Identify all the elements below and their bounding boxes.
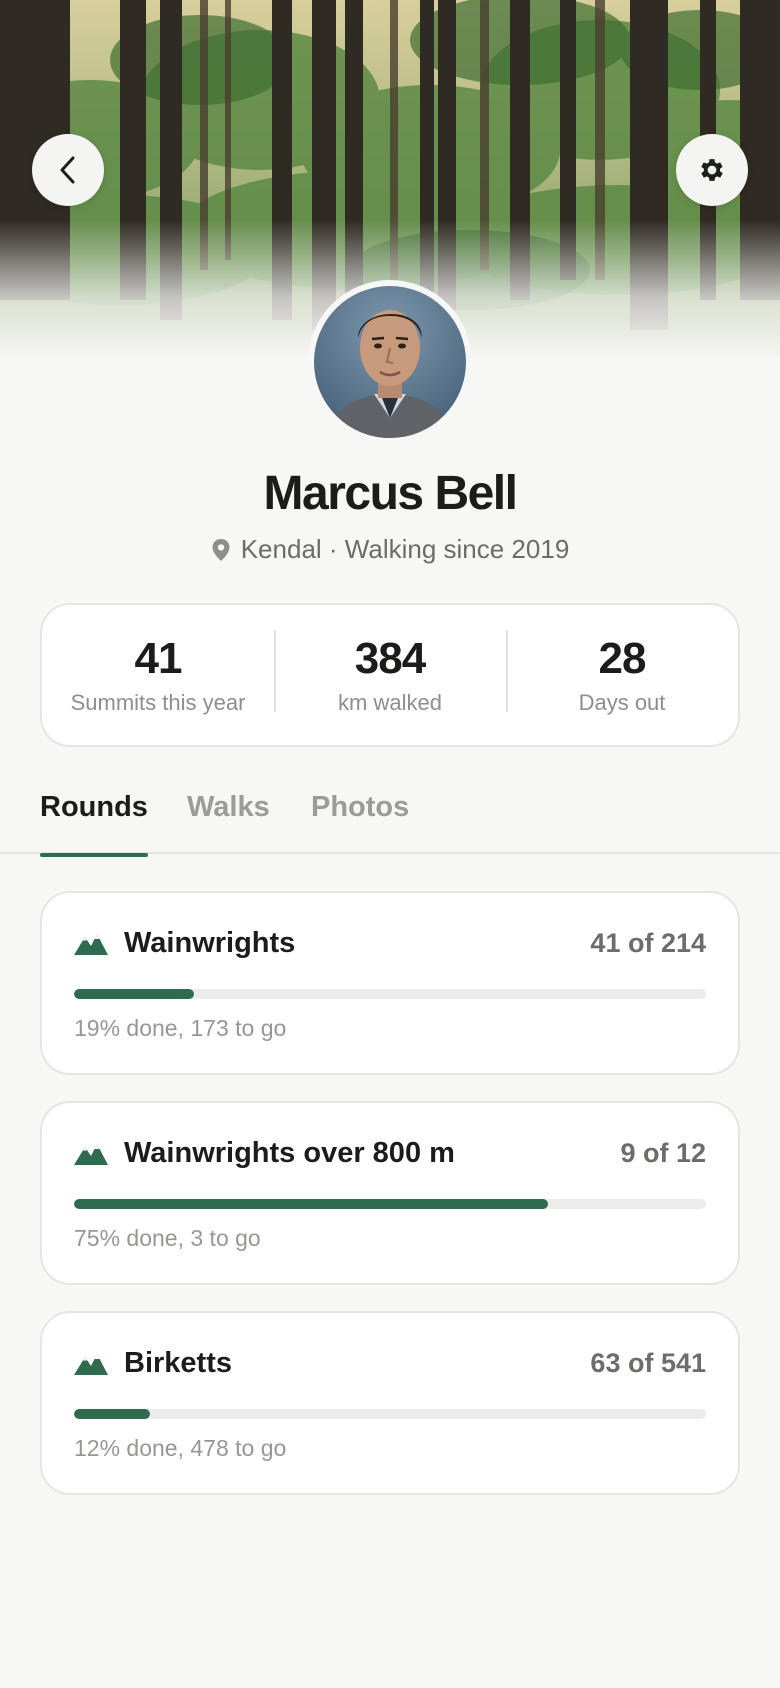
round-header: Wainwrights 41 of 214 <box>74 923 706 963</box>
progress-fill <box>74 1409 150 1419</box>
round-summary: 12% done, 478 to go <box>74 1435 287 1461</box>
round-card-wainwrights[interactable]: Wainwrights 41 of 214 19% done, 173 to g… <box>40 891 740 1075</box>
tab-rounds[interactable]: Rounds <box>40 790 148 857</box>
round-count: 63 of 541 <box>590 1347 706 1378</box>
profile-name: Marcus Bell <box>263 467 518 520</box>
progress-fill <box>74 989 195 999</box>
mountains-icon <box>74 930 108 956</box>
round-title: Wainwrights over 800 m <box>124 1136 455 1169</box>
progress-bar <box>74 989 706 999</box>
profile-tabs: Rounds Walks Photos <box>0 790 780 857</box>
round-summary: 75% done, 3 to go <box>74 1225 261 1251</box>
mountains-icon <box>74 1350 108 1376</box>
round-card-birketts[interactable]: Birketts 63 of 541 12% done, 478 to go <box>40 1311 740 1495</box>
round-title: Birketts <box>124 1346 232 1379</box>
round-summary: 19% done, 173 to go <box>74 1015 287 1041</box>
progress-fill <box>74 1199 548 1209</box>
location-pin-icon <box>212 538 230 561</box>
avatar[interactable] <box>308 280 472 444</box>
stat-value: 28 <box>598 634 647 683</box>
stat-days: 28 Days out <box>506 630 738 716</box>
stat-label: km walked <box>338 690 442 715</box>
stat-value: 384 <box>354 634 426 683</box>
stat-label: Days out <box>578 690 666 715</box>
stat-distance: 384 km walked <box>274 630 506 716</box>
gear-icon <box>701 159 723 181</box>
round-header: Wainwrights over 800 m 9 of 12 <box>74 1133 706 1173</box>
stat-value: 41 <box>134 634 183 683</box>
mountains-icon <box>74 1140 108 1166</box>
profile-meta-text: Kendal · Walking since 2019 <box>240 534 570 564</box>
stat-summits: 41 Summits this year <box>42 634 274 716</box>
progress-bar <box>74 1409 706 1419</box>
settings-button[interactable] <box>676 134 748 206</box>
round-card-wainwrights-800[interactable]: Wainwrights over 800 m 9 of 12 75% done,… <box>40 1101 740 1285</box>
round-title: Wainwrights <box>124 926 296 959</box>
stats-card: 41 Summits this year 384 km walked 28 Da… <box>40 603 740 747</box>
tab-walks[interactable]: Walks <box>187 790 270 854</box>
progress-bar <box>74 1199 706 1209</box>
round-count: 9 of 12 <box>620 1137 706 1168</box>
round-header: Birketts 63 of 541 <box>74 1343 706 1383</box>
profile-meta: Kendal · Walking since 2019 <box>0 534 780 565</box>
round-count: 41 of 214 <box>590 927 706 958</box>
avatar-image <box>314 286 466 438</box>
stat-label: Summits this year <box>70 690 246 715</box>
chevron-left-icon <box>60 156 75 184</box>
tab-photos[interactable]: Photos <box>311 790 409 854</box>
back-button[interactable] <box>32 134 104 206</box>
